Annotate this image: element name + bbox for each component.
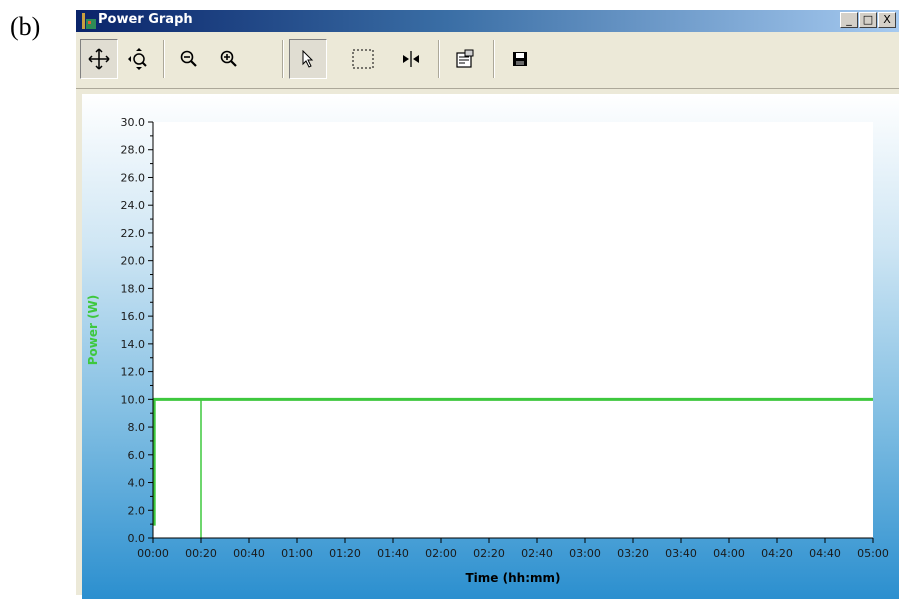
y-tick-label: 28.0 [121,144,146,157]
save-icon [513,52,527,66]
y-tick-label: 12.0 [121,366,146,379]
zoom-fit-button[interactable] [120,39,158,79]
y-tick-label: 20.0 [121,255,146,268]
y-tick-label: 2.0 [128,504,146,517]
y-tick-label: 22.0 [121,227,146,240]
x-tick-label: 01:40 [377,547,409,560]
app-icon [82,13,96,29]
power-graph-window: Power Graph _ □ X 0.0 2.0 4.0 6.0 8.0 10… [76,10,899,599]
y-tick-label: 30.0 [121,116,146,129]
power-chart: 0.0 2.0 4.0 6.0 8.0 10.0 12.0 14.0 16.0 18.0 20.0 2… [86,116,889,585]
cursor-marker-button[interactable] [392,39,430,79]
y-tick-label: 8.0 [128,421,146,434]
y-tick-label: 26.0 [121,171,146,184]
minimize-button[interactable]: _ [840,12,858,28]
x-tick-label: 05:00 [857,547,889,560]
maximize-button[interactable]: □ [859,12,877,28]
x-tick-label: 01:20 [329,547,361,560]
plot-area[interactable]: 0.0 2.0 4.0 6.0 8.0 10.0 12.0 14.0 16.0 18.0 20.0 2… [82,94,899,599]
pointer-icon [302,50,314,68]
zoom-in-button[interactable] [210,39,248,79]
select-rectangle-button[interactable] [344,39,382,79]
figure-label: (b) [10,12,41,41]
x-tick-label: 02:00 [425,547,457,560]
x-axis-title: Time (hh:mm) [466,571,561,585]
zoom-out-icon [180,50,197,67]
x-tick-label: 00:40 [233,547,265,560]
close-button[interactable]: X [878,12,896,28]
x-tick-label: 01:00 [281,547,313,560]
x-tick-label: 04:20 [761,547,793,560]
plot-background [153,122,873,538]
x-tick-label: 04:40 [809,547,841,560]
x-tick-label: 03:00 [569,547,601,560]
y-axis-title: Power (W) [86,295,100,366]
save-button[interactable] [501,39,539,79]
select-rectangle-icon [352,49,374,69]
x-tick-label: 00:20 [185,547,217,560]
x-tick-label: 03:40 [665,547,697,560]
x-tick-label: 00:00 [137,547,169,560]
x-tick-label: 02:40 [521,547,553,560]
y-tick-label: 24.0 [121,199,146,212]
y-tick-label: 14.0 [121,338,146,351]
title-bar[interactable]: Power Graph _ □ X [76,10,899,32]
x-tick-label: 02:20 [473,547,505,560]
y-tick-label: 18.0 [121,282,146,295]
window-title: Power Graph [98,12,193,27]
zoom-fit-icon [128,48,147,70]
zoom-out-button[interactable] [170,39,208,79]
pan-icon [88,48,110,70]
properties-button[interactable] [446,39,484,79]
x-tick-label: 03:20 [617,547,649,560]
y-tick-label: 4.0 [128,477,146,490]
cursor-marker-icon [403,51,419,67]
y-tick-label: 16.0 [121,310,146,323]
toolbar [76,32,899,89]
x-tick-label: 04:00 [713,547,745,560]
y-tick-label: 6.0 [128,449,146,462]
pointer-button[interactable] [289,39,327,79]
zoom-in-icon [220,50,237,67]
y-tick-label: 0.0 [128,532,146,545]
y-tick-label: 10.0 [121,393,146,406]
pan-button[interactable] [80,39,118,79]
properties-icon [456,49,474,68]
